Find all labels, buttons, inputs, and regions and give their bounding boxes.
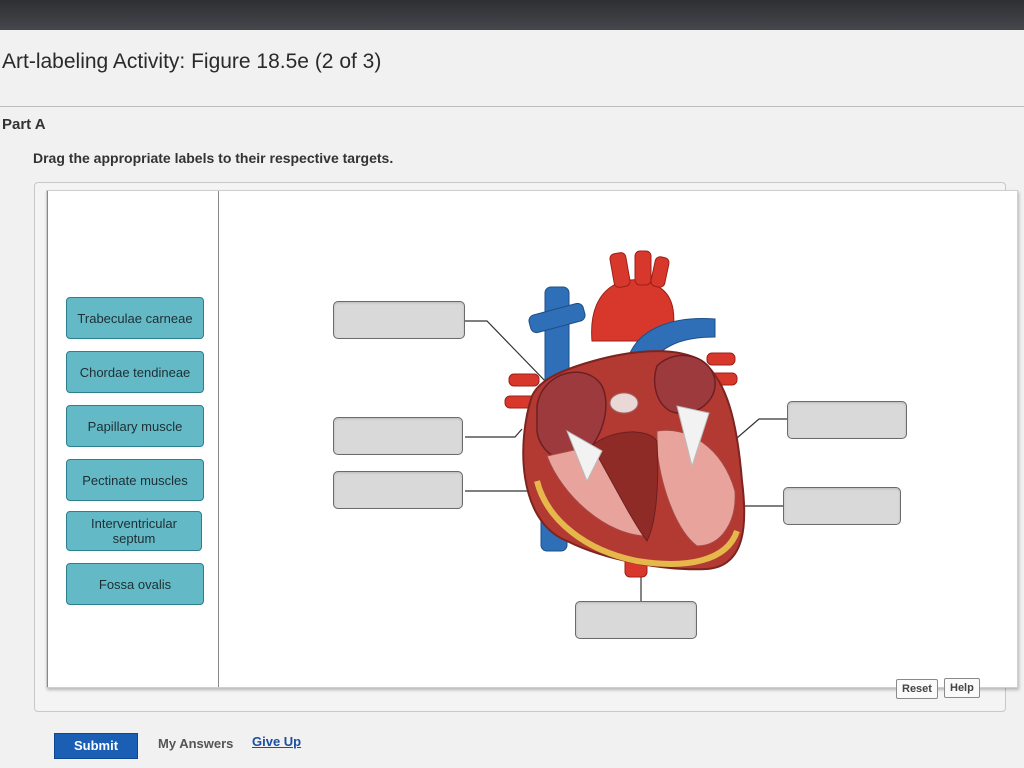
submit-button[interactable]: Submit [54, 733, 138, 759]
give-up-link[interactable]: Give Up [252, 734, 301, 749]
label-papillary-muscle[interactable]: Papillary muscle [66, 405, 204, 447]
instruction-text: Drag the appropriate labels to their res… [33, 150, 394, 166]
label-bank: Trabeculae carneae Chordae tendineae Pap… [47, 191, 219, 687]
target-box-upper-right[interactable] [787, 401, 907, 439]
label-trabeculae-carneae[interactable]: Trabeculae carneae [66, 297, 204, 339]
page-title: Art-labeling Activity: Figure 18.5e (2 o… [2, 50, 382, 73]
great-vessels [504, 250, 738, 578]
labeling-work-area: Trabeculae carneae Chordae tendineae Pap… [46, 190, 1018, 688]
target-box-lower-left[interactable] [333, 471, 463, 509]
help-button[interactable]: Help [944, 678, 980, 698]
label-chordae-tendineae[interactable]: Chordae tendineae [66, 351, 204, 393]
target-box-upper-left[interactable] [333, 301, 465, 339]
part-heading: Part A [2, 116, 46, 133]
reset-button[interactable]: Reset [896, 679, 938, 699]
target-box-lower-right[interactable] [783, 487, 901, 525]
my-answers-label: My Answers [158, 736, 234, 751]
label-fossa-ovalis[interactable]: Fossa ovalis [66, 563, 204, 605]
target-box-middle-left[interactable] [333, 417, 463, 455]
leader-lines [465, 320, 787, 601]
title-divider [0, 106, 1024, 107]
label-pectinate-muscles[interactable]: Pectinate muscles [66, 459, 204, 501]
label-interventricular-septum[interactable]: Interventricular septum [66, 511, 202, 551]
heart-body [522, 350, 746, 571]
target-box-bottom[interactable] [575, 601, 697, 639]
